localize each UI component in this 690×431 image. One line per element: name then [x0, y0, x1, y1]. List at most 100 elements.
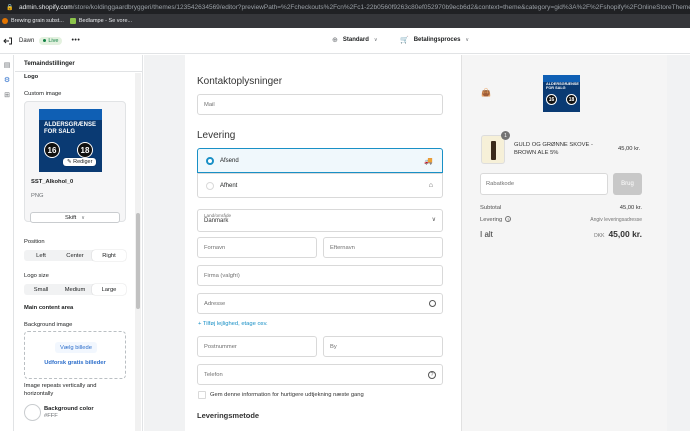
- position-left[interactable]: Left: [24, 250, 58, 261]
- quantity-badge: 1: [501, 131, 510, 140]
- address-field[interactable]: Adresse: [197, 293, 443, 314]
- bg-color-value: #FFF: [44, 413, 58, 419]
- total-label: I alt: [480, 229, 493, 239]
- browser-url-bar[interactable]: 🔒 admin.shopify.com /store/koldinggaardb…: [0, 0, 690, 14]
- edit-image-button[interactable]: ✎ Rediger: [63, 158, 97, 166]
- company-field[interactable]: Firma (valgfri): [197, 265, 443, 286]
- shipping-row: Levering? Angiv leveringsadresse: [480, 216, 642, 223]
- exit-icon[interactable]: [3, 36, 13, 46]
- radio-selected-icon: [206, 156, 214, 165]
- chevron-down-icon: ∨: [373, 37, 378, 43]
- template-selector[interactable]: ⊕ Standard ∨: [332, 36, 378, 44]
- logo-age-16: 16: [44, 142, 60, 158]
- search-icon: [429, 300, 436, 307]
- city-field[interactable]: By: [323, 336, 443, 357]
- custom-image-label: Custom image: [24, 91, 62, 97]
- explore-free-images-link[interactable]: Udforsk gratis billeder: [25, 360, 125, 366]
- store-icon: ⌂: [428, 182, 433, 189]
- store-logo-age-18: 18: [566, 94, 577, 105]
- bookmark-bedlampe[interactable]: Bedlampe - Se vore...: [69, 18, 133, 24]
- total-row: I alt DKK 45,00 kr.: [480, 229, 642, 239]
- subtotal-row: Subtotal 45,00 kr.: [480, 205, 642, 211]
- shipping-label: Levering: [480, 217, 503, 223]
- repeat-note: Image repeats vertically and horizontall…: [24, 383, 97, 397]
- last-name-field[interactable]: Efternavn: [323, 237, 443, 258]
- currency-code: DKK: [594, 233, 605, 239]
- country-select[interactable]: Land/område Danmark ∨: [197, 209, 443, 232]
- ship-option-afhent[interactable]: Afhent ⌂: [197, 173, 443, 198]
- save-info-label: Gem denne information for hurtigere udtj…: [210, 392, 364, 398]
- save-info-checkbox[interactable]: [198, 391, 206, 399]
- store-logo: ALDERSGRÆNSE FOR SALG 16 18: [543, 75, 580, 112]
- logo-size-medium[interactable]: Medium: [58, 284, 92, 295]
- logo-size-label: Logo size: [24, 273, 49, 279]
- live-label: Live: [48, 37, 59, 44]
- country-value: Danmark: [204, 218, 229, 224]
- panel-title: Temaindstillinger: [15, 55, 142, 72]
- bg-image-label: Background image: [24, 322, 73, 328]
- first-name-field[interactable]: Fornavn: [197, 237, 317, 258]
- chevron-down-icon: ∨: [465, 37, 470, 43]
- apply-discount-button[interactable]: Brug: [613, 173, 642, 195]
- logo-size-small[interactable]: Small: [24, 284, 58, 295]
- logo-size-large[interactable]: Large: [92, 284, 126, 295]
- page-selector[interactable]: 🛒 Betalingsproces ∨: [400, 36, 469, 44]
- file-type: PNG: [31, 193, 44, 199]
- store-logo-age-16: 16: [546, 94, 557, 105]
- beer-bottle-image: [491, 141, 496, 160]
- chevron-down-icon: ∨: [431, 217, 436, 223]
- template-label: Standard: [342, 37, 369, 43]
- bookmark-brewing[interactable]: Brewing grain subst...: [2, 18, 64, 24]
- help-icon[interactable]: ?: [428, 371, 436, 379]
- position-center[interactable]: Center: [58, 250, 92, 261]
- bookmark-favicon-icon: [2, 18, 8, 24]
- shipping-method-heading: Leveringsmetode: [197, 411, 260, 420]
- discount-code-field[interactable]: Rabatkode: [480, 173, 608, 195]
- subtotal-label: Subtotal: [480, 205, 502, 211]
- ship-option-label: Afhent: [220, 182, 238, 189]
- add-apartment-link[interactable]: + Tilføj lejlighed, etage osv.: [198, 321, 268, 327]
- address-placeholder: Adresse: [204, 300, 226, 307]
- more-actions-icon[interactable]: •••: [71, 37, 80, 44]
- editor-topbar: Dawn Live ••• ⊕ Standard ∨ 🛒 Betalingspr…: [0, 28, 690, 54]
- subtotal-value: 45,00 kr.: [619, 205, 642, 211]
- main-content-heading: Main content area: [24, 305, 74, 311]
- postal-code-field[interactable]: Postnummer: [197, 336, 317, 357]
- contact-heading: Kontaktoplysninger: [197, 76, 283, 87]
- bg-color-label: Background color: [44, 406, 94, 412]
- scrollbar-thumb[interactable]: [136, 213, 140, 309]
- product-name: GULD OG GRØNNE SKOVE - BROWN ALE 5%: [514, 142, 593, 156]
- left-rail: ▤ ⚙ ⊞: [0, 55, 14, 431]
- bg-image-dropzone[interactable]: Vælg billede Udforsk gratis billeder: [24, 331, 126, 379]
- theme-name: Dawn: [19, 37, 35, 44]
- url-host: admin.shopify.com: [19, 3, 73, 11]
- apps-icon[interactable]: ⊞: [2, 90, 12, 100]
- change-label: Skift: [65, 214, 77, 221]
- file-name: SST_Alkohol_0: [31, 179, 74, 185]
- lock-icon: 🔒: [6, 5, 14, 11]
- bookmark-favicon-icon: [69, 18, 76, 24]
- product-thumbnail: [481, 135, 505, 164]
- live-dot-icon: [43, 39, 47, 42]
- theme-settings-icon[interactable]: ⚙: [2, 75, 12, 85]
- phone-field[interactable]: Telefon ?: [197, 364, 443, 385]
- globe-icon: ⊕: [332, 37, 338, 44]
- shopping-bag-icon[interactable]: 👜: [481, 88, 491, 97]
- ship-option-afsend[interactable]: Afsend 🚚: [197, 148, 443, 173]
- sections-icon[interactable]: ▤: [2, 60, 12, 70]
- logo-heading: Logo: [24, 74, 39, 80]
- select-image-button[interactable]: Vælg billede: [55, 342, 97, 353]
- chevron-down-icon: ∨: [81, 214, 85, 221]
- position-right[interactable]: Right: [92, 250, 126, 261]
- url-path: /store/koldinggaardbryggeri/themes/12354…: [72, 3, 690, 11]
- change-image-button[interactable]: Skift ∨: [30, 212, 120, 223]
- bg-color-swatch[interactable]: [24, 404, 41, 421]
- help-icon[interactable]: ?: [505, 216, 512, 222]
- product-price: 45,00 kr.: [618, 146, 641, 152]
- bookmark-label: Bedlampe - Se vore...: [78, 18, 133, 24]
- panel-scrollbar[interactable]: [135, 73, 141, 431]
- email-field[interactable]: Mail: [197, 94, 443, 115]
- position-segmented-control: Left Center Right: [24, 250, 126, 261]
- edit-label: Rediger: [73, 159, 93, 165]
- delivery-heading: Levering: [197, 130, 236, 141]
